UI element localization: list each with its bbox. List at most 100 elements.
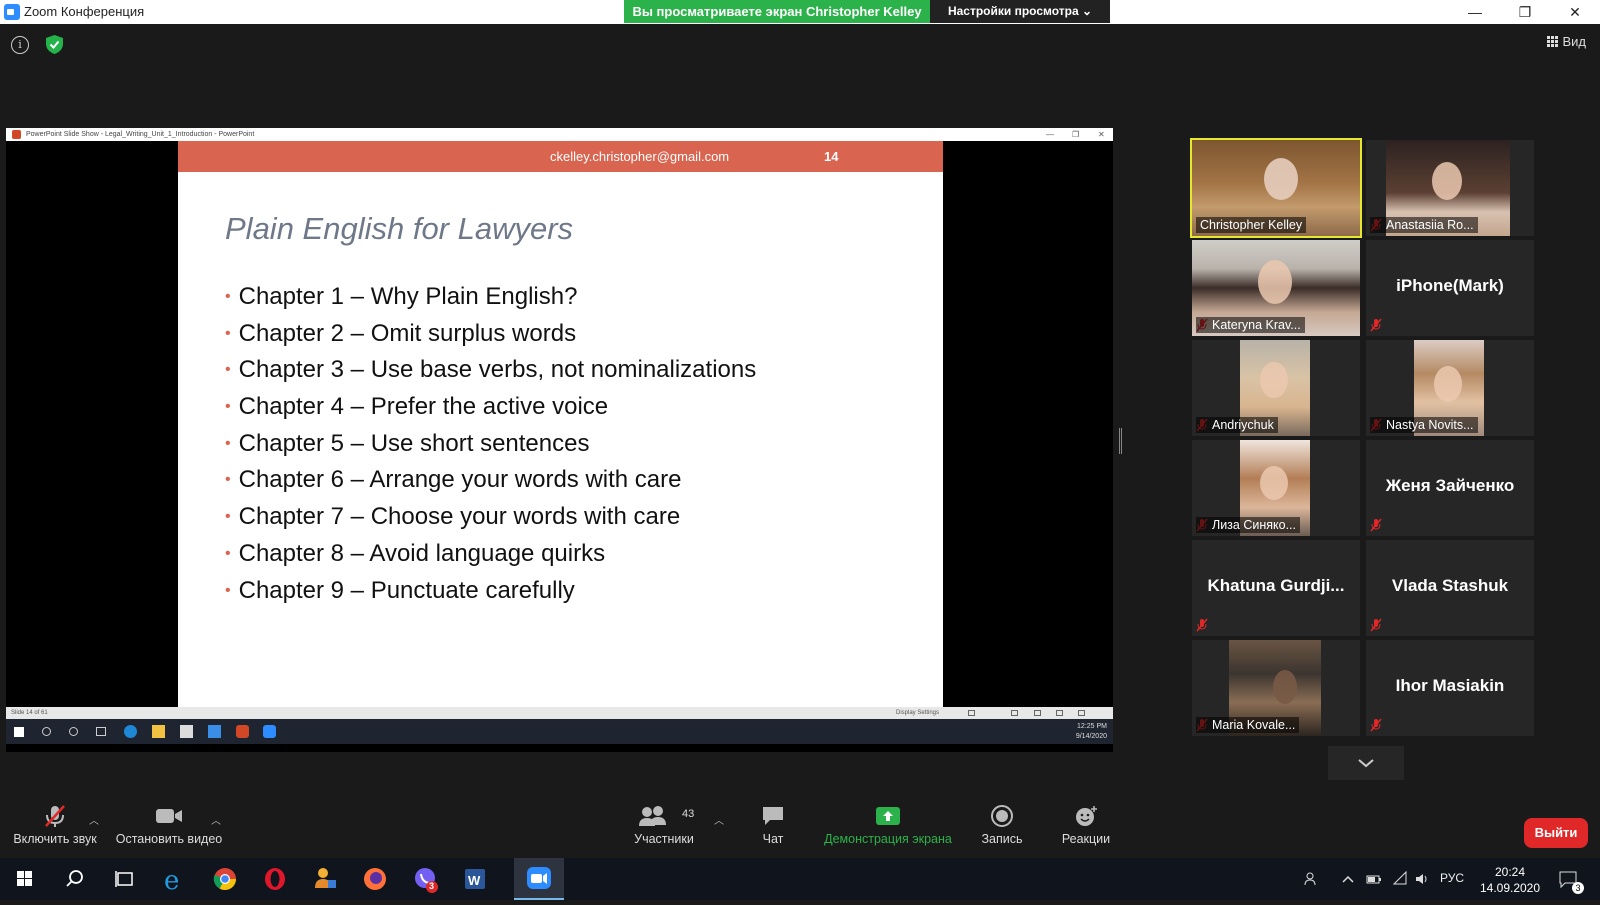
- people-icon[interactable]: [1304, 871, 1320, 887]
- list-item: Chapter 1 – Why Plain English?: [225, 279, 756, 316]
- video-tile[interactable]: Maria Kovale...: [1192, 640, 1360, 736]
- chevron-down-icon: [1358, 759, 1374, 768]
- muted-mic-icon: [1370, 618, 1382, 632]
- user-app-button[interactable]: [300, 858, 350, 900]
- video-tile[interactable]: Лиза Синяко...: [1192, 440, 1360, 536]
- leave-meeting-button[interactable]: Выйти: [1524, 818, 1588, 848]
- reactions-smiley-icon: [1076, 806, 1097, 826]
- meeting-toolbar: Включить звук ︿ Остановить видео ︿ Участ…: [0, 804, 1600, 858]
- chat-button[interactable]: Чат: [746, 804, 800, 846]
- slide-header-bar: ckelley.christopher@gmail.com 14: [178, 141, 943, 172]
- face: [1264, 158, 1298, 200]
- muted-mic-icon: [45, 805, 65, 827]
- view-options-dropdown[interactable]: Настройки просмотра ⌄: [930, 0, 1110, 23]
- list-item: Chapter 5 – Use short sentences: [225, 426, 756, 463]
- close-icon[interactable]: ✕: [1560, 2, 1590, 22]
- video-tile[interactable]: Andriychuk: [1192, 340, 1360, 436]
- display-settings-label: Display Settings: [896, 710, 940, 716]
- word-button[interactable]: W: [450, 858, 500, 900]
- participant-name: Christopher Kelley: [1196, 217, 1307, 233]
- participant-name: Anastasiia Ro...: [1370, 217, 1478, 233]
- reactions-button[interactable]: Реакции: [1056, 804, 1116, 846]
- zoom-taskbar-button[interactable]: [514, 858, 564, 900]
- powerpoint-window-title: PowerPoint Slide Show - Legal_Writing_Un…: [26, 131, 255, 138]
- internet-explorer-icon: e: [164, 866, 179, 896]
- list-item: Chapter 4 – Prefer the active voice: [225, 389, 756, 426]
- start-button[interactable]: [0, 858, 50, 900]
- face: [1432, 162, 1462, 200]
- video-tile[interactable]: Vlada Stashuk: [1366, 540, 1534, 636]
- face: [1260, 466, 1288, 500]
- list-item: Chapter 9 – Punctuate carefully: [225, 573, 756, 610]
- zoom-icon: [527, 867, 551, 889]
- face: [1273, 670, 1297, 704]
- viber-button[interactable]: 3: [400, 858, 450, 900]
- inner-edge-icon: [124, 725, 137, 738]
- list-item: Chapter 3 – Use base verbs, not nominali…: [225, 352, 757, 389]
- video-tile[interactable]: Anastasiia Ro...: [1366, 140, 1534, 236]
- screen-share-banner: Вы просматриваете экран Christopher Kell…: [624, 0, 930, 23]
- system-clock[interactable]: 20:24 14.09.2020: [1470, 864, 1550, 896]
- zoom-app-icon: [4, 4, 20, 20]
- notifications-badge: 3: [1572, 882, 1584, 894]
- video-tile[interactable]: Christopher Kelley: [1190, 138, 1362, 238]
- slide-counter: Slide 14 of 61: [11, 710, 48, 716]
- ppt-minimize-icon: —: [1046, 130, 1054, 139]
- language-indicator[interactable]: РУС: [1440, 871, 1464, 885]
- participant-name: Ihor Masiakin: [1395, 676, 1505, 695]
- shared-windows-taskbar: 12:25 PM 9/14/2020: [6, 719, 1113, 744]
- task-view-button[interactable]: [100, 858, 150, 900]
- video-tile[interactable]: Ihor Masiakin: [1366, 640, 1534, 736]
- inner-explorer-icon: [152, 725, 165, 738]
- audio-options-caret-icon[interactable]: ︿: [89, 812, 99, 827]
- panel-resize-handle[interactable]: [1119, 428, 1122, 454]
- internet-explorer-button[interactable]: e: [150, 858, 200, 900]
- window-title: Zoom Конференция: [24, 4, 145, 19]
- powerpoint-status-bar: Slide 14 of 61 Display Settings: [6, 707, 1113, 719]
- share-screen-button[interactable]: Демонстрация экрана: [822, 804, 954, 846]
- meeting-area: i Вид PowerPoint Slide Show - Legal_Writ…: [0, 24, 1600, 804]
- record-icon: [991, 805, 1013, 827]
- unmute-button[interactable]: Включить звук: [8, 804, 102, 846]
- video-options-caret-icon[interactable]: ︿: [211, 812, 221, 827]
- restore-icon[interactable]: ❐: [1510, 2, 1540, 22]
- participants-count: 43: [682, 808, 695, 820]
- slideshow-icon: [1078, 710, 1085, 716]
- chrome-button[interactable]: [200, 858, 250, 900]
- participant-name: Khatuna Gurdji...: [1207, 576, 1345, 595]
- slide-sorter-icon: [968, 710, 975, 716]
- slide-heading: Plain English for Lawyers: [225, 211, 574, 246]
- minimize-icon[interactable]: —: [1460, 2, 1490, 22]
- participant-name: Andriychuk: [1196, 417, 1278, 433]
- windows-taskbar: e 3 W РУС 20:24 14.09.2020 3: [0, 858, 1600, 900]
- video-tile[interactable]: Khatuna Gurdji...: [1192, 540, 1360, 636]
- task-view-icon: [115, 871, 133, 887]
- opera-button[interactable]: [250, 858, 300, 900]
- list-item: Chapter 2 – Omit surplus words: [225, 316, 756, 353]
- user-accounts-icon: [315, 868, 336, 888]
- record-button[interactable]: Запись: [972, 804, 1032, 846]
- video-tile[interactable]: iPhone(Mark): [1366, 240, 1534, 336]
- video-tile[interactable]: Женя Зайченко: [1366, 440, 1534, 536]
- encryption-shield-icon[interactable]: [46, 35, 63, 54]
- viber-icon: [415, 868, 438, 893]
- wifi-icon[interactable]: [1392, 871, 1408, 887]
- face: [1260, 362, 1288, 398]
- info-icon[interactable]: i: [11, 36, 29, 54]
- window-title-bar: Zoom Конференция Вы просматриваете экран…: [0, 0, 1600, 24]
- stop-video-button[interactable]: Остановить видео: [112, 804, 226, 846]
- windows-logo-icon: [17, 871, 32, 886]
- participants-options-caret-icon[interactable]: ︿: [714, 812, 724, 827]
- gallery-next-page-button[interactable]: [1328, 746, 1404, 780]
- search-button[interactable]: [50, 858, 100, 900]
- slide-number: 14: [824, 149, 839, 164]
- battery-icon[interactable]: [1366, 871, 1382, 887]
- inner-start-icon: [14, 727, 24, 737]
- view-button[interactable]: Вид: [1547, 34, 1586, 49]
- volume-icon[interactable]: [1414, 871, 1430, 887]
- chevron-up-icon[interactable]: [1340, 871, 1356, 887]
- video-tile[interactable]: Kateryna Krav...: [1192, 240, 1360, 336]
- video-tile[interactable]: Nastya Novits...: [1366, 340, 1534, 436]
- firefox-button[interactable]: [350, 858, 400, 900]
- firefox-icon: [364, 868, 386, 890]
